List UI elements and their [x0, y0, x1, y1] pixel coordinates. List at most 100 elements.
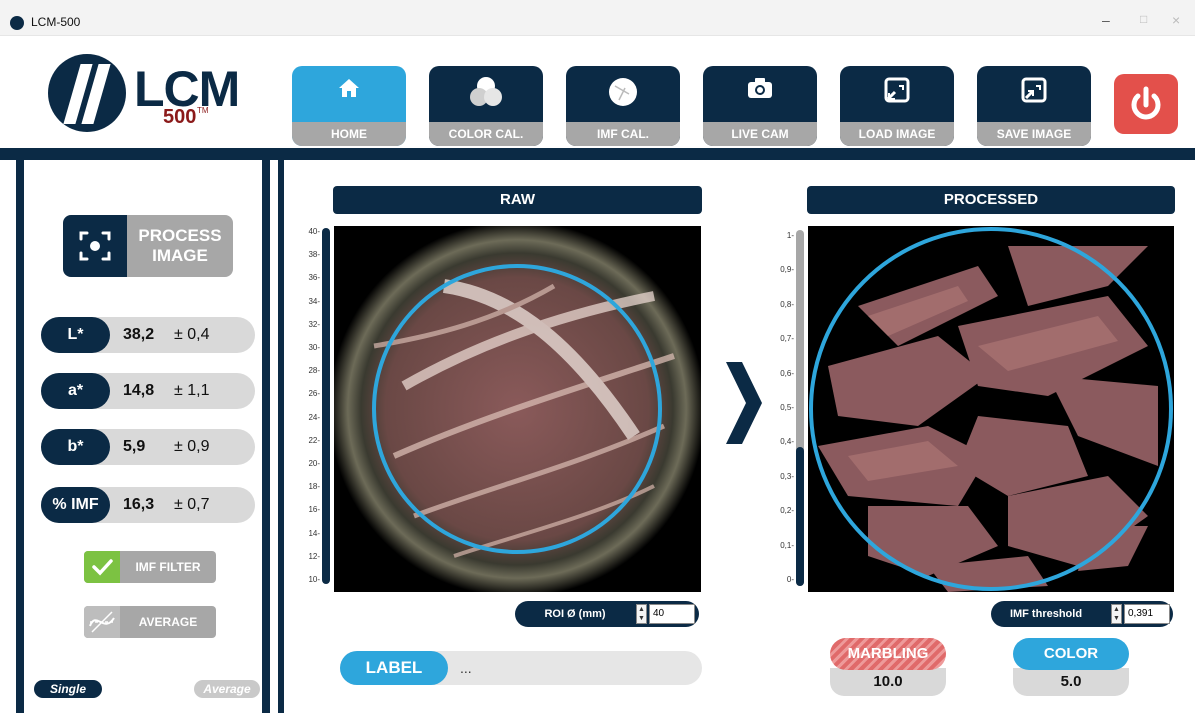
imf-cal-button[interactable]: IMF CAL. — [566, 66, 680, 146]
camera-icon — [703, 76, 817, 106]
load-image-icon — [840, 76, 954, 110]
roi-scale-tick-label: 22- — [308, 435, 320, 445]
load-image-button[interactable]: LOAD IMAGE — [840, 66, 954, 146]
power-icon — [1131, 86, 1161, 120]
raw-image — [334, 226, 701, 592]
home-icon — [292, 76, 406, 106]
roi-label: ROI Ø (mm) — [544, 608, 606, 620]
measurement-a: a* 14,8 ± 1,1 — [41, 373, 255, 409]
roi-scale-tick-label: 36- — [308, 273, 320, 283]
measurement-uncertainty: ± 0,9 — [174, 438, 210, 455]
roi-scale-tick-label: 12- — [308, 551, 320, 561]
raw-header: RAW — [333, 186, 702, 214]
save-image-label: SAVE IMAGE — [977, 122, 1091, 146]
roi-scale-tick-label: 30- — [308, 343, 320, 352]
average-toggle[interactable]: AVERAGE — [84, 606, 216, 638]
save-image-button[interactable]: SAVE IMAGE — [977, 66, 1091, 146]
roi-scale-tick-label: 10- — [308, 575, 320, 584]
color-cal-button[interactable]: COLOR CAL. — [429, 66, 543, 146]
threshold-scale-tick-label: 0,6- — [780, 368, 794, 378]
color-label: COLOR — [1013, 638, 1129, 670]
color-circles-icon — [429, 76, 543, 114]
header-divider — [0, 148, 1195, 160]
color-cal-label: COLOR CAL. — [429, 122, 543, 146]
measurement-key: a* — [41, 373, 110, 409]
threshold-scale-tick-label: 0,1- — [780, 540, 794, 550]
roi-control: ROI Ø (mm) ▲ ▼ 40 — [515, 601, 699, 627]
imf-sample-icon — [566, 76, 680, 114]
threshold-spinner-arrows[interactable]: ▲ ▼ — [1111, 604, 1122, 624]
measurement-key: % IMF — [41, 487, 110, 523]
window-title: LCM-500 — [31, 15, 81, 29]
average-label: AVERAGE — [138, 615, 198, 629]
logo-tm: TM — [197, 106, 209, 115]
power-button[interactable] — [1114, 74, 1178, 134]
roi-spinner-arrows[interactable]: ▲ ▼ — [636, 604, 647, 624]
roi-scale-tick-label: 20- — [308, 459, 320, 468]
roi-scale-slider[interactable] — [322, 228, 330, 584]
arrow-right-icon — [724, 360, 764, 446]
threshold-scale-tick-label: 0,3- — [780, 471, 794, 481]
measurement-value: 14,8 — [123, 382, 155, 399]
measurement-uncertainty: ± 0,4 — [174, 326, 210, 343]
logo-mark — [48, 54, 126, 132]
measurement-value: 16,3 — [123, 496, 155, 513]
measurement-value: 5,9 — [123, 438, 146, 455]
roi-scale-tick-label: 38- — [308, 250, 320, 260]
logo-model: 500 — [163, 106, 197, 128]
threshold-scale-tick-label: 0,4- — [780, 437, 794, 447]
home-button[interactable]: HOME — [292, 66, 406, 146]
roi-scale-tick-label: 16- — [308, 505, 320, 515]
check-icon — [84, 551, 120, 583]
processed-header: PROCESSED — [807, 186, 1175, 214]
threshold-scale-tick-label: 0,5- — [780, 403, 794, 412]
roi-scale-tick-label: 32- — [308, 319, 320, 329]
label-field[interactable]: LABEL ... — [340, 651, 702, 685]
imf-filter-toggle[interactable]: IMF FILTER — [84, 551, 216, 583]
threshold-scale-tick-label: 0- — [786, 575, 794, 584]
marbling-label: MARBLING — [830, 638, 946, 670]
threshold-scale-tick-label: 1- — [786, 231, 794, 240]
process-image-button[interactable]: PROCESS IMAGE — [63, 215, 233, 277]
save-image-icon — [977, 76, 1091, 110]
color-value: 5.0 — [1013, 668, 1129, 696]
process-image-label: PROCESS IMAGE — [127, 215, 233, 277]
roi-input[interactable]: 40 — [649, 604, 695, 624]
measurement-uncertainty: ± 0,7 — [174, 496, 210, 513]
average-curve-icon — [84, 606, 120, 638]
measurement-key: b* — [41, 429, 110, 465]
processed-image — [808, 226, 1174, 592]
title-bar: LCM-500 – □ × — [0, 0, 1195, 36]
measurement-key: L* — [41, 317, 110, 353]
focus-icon — [63, 215, 127, 277]
maximize-icon[interactable]: □ — [1140, 12, 1147, 26]
imf-threshold-slider[interactable] — [796, 230, 804, 586]
imf-cal-label: IMF CAL. — [566, 122, 680, 146]
roi-scale-tick-label: 34- — [308, 296, 320, 306]
measurement-l: L* 38,2 ± 0,4 — [41, 317, 255, 353]
home-label: HOME — [292, 122, 406, 146]
imf-threshold-control: IMF threshold ▲ ▼ 0,391 — [991, 601, 1173, 627]
app-icon — [10, 16, 24, 30]
label-value: ... — [460, 660, 472, 676]
roi-scale-tick-label: 24- — [308, 412, 320, 422]
threshold-scale-tick-label: 0,9- — [780, 265, 794, 275]
mode-average-button[interactable]: Average — [194, 680, 260, 698]
live-cam-button[interactable]: LIVE CAM — [703, 66, 817, 146]
marbling-value: 10.0 — [830, 668, 946, 696]
measurement-imf: % IMF 16,3 ± 0,7 — [41, 487, 255, 523]
minimize-icon[interactable]: – — [1102, 12, 1110, 28]
imf-filter-label: IMF FILTER — [135, 560, 201, 574]
imf-threshold-input[interactable]: 0,391 — [1124, 604, 1170, 624]
mode-single-button[interactable]: Single — [34, 680, 102, 698]
threshold-scale-tick-label: 0,8- — [780, 299, 794, 309]
measurement-value: 38,2 — [123, 326, 155, 343]
threshold-scale-tick-label: 0,7- — [780, 334, 794, 344]
marbling-result: 10.0 MARBLING — [830, 638, 946, 696]
close-icon[interactable]: × — [1172, 12, 1180, 28]
roi-scale-tick-label: 18- — [308, 482, 320, 492]
live-cam-label: LIVE CAM — [703, 122, 817, 146]
imf-threshold-label: IMF threshold — [1009, 608, 1083, 620]
color-result: 5.0 COLOR — [1013, 638, 1129, 696]
roi-scale-tick-label: 40- — [308, 227, 320, 236]
